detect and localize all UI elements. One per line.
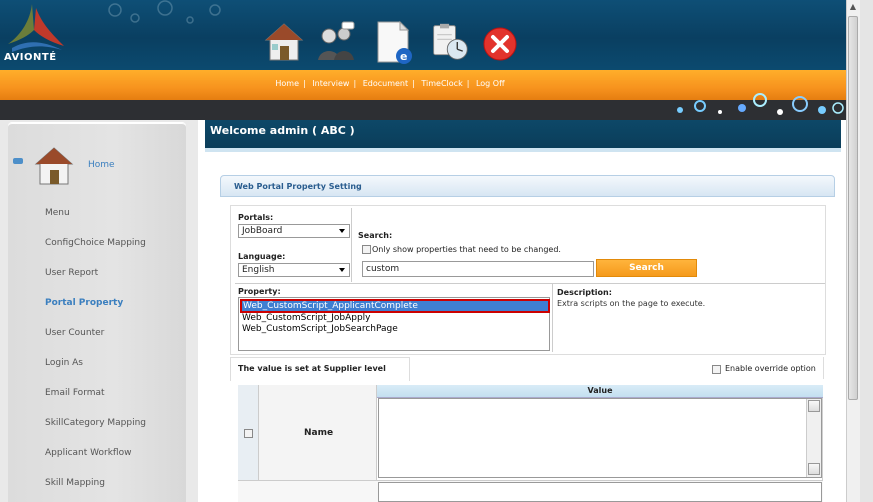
divider — [351, 208, 352, 282]
dropdown-arrow-icon — [339, 268, 345, 272]
sidebar-item-login-as[interactable]: Login As — [45, 358, 83, 368]
search-label: Search: — [358, 231, 393, 240]
language-select[interactable]: English — [238, 263, 350, 277]
level-text: The value is set at Supplier level — [230, 357, 410, 381]
sidebar-item-portal-property[interactable]: Portal Property — [45, 298, 123, 308]
sidebar-item-skillcategory-mapping[interactable]: SkillCategory Mapping — [45, 418, 146, 428]
grid-select-all-checkbox[interactable] — [244, 429, 253, 438]
grid-name-header: Name — [304, 428, 334, 438]
sparkle-decoration — [677, 93, 844, 115]
divider — [823, 357, 824, 379]
sidebar-item-applicant-workflow[interactable]: Applicant Workflow — [45, 448, 131, 458]
property-item[interactable]: Web_CustomScript_JobSearchPage — [242, 324, 398, 334]
browser-scroll-thumb[interactable] — [848, 16, 858, 400]
property-list[interactable]: Web_CustomScript_ApplicantComplete Web_C… — [238, 297, 550, 351]
logo-text: AVIONTÉ — [4, 52, 57, 63]
edocument-icon[interactable]: e — [374, 20, 414, 64]
enable-override-checkbox[interactable] — [712, 365, 721, 374]
portals-label: Portals: — [238, 213, 274, 222]
sidebar-item-user-counter[interactable]: User Counter — [45, 328, 104, 338]
language-select-value: English — [242, 265, 275, 275]
portals-select-value: JobBoard — [242, 226, 283, 236]
sidebar-item-skill-mapping[interactable]: Skill Mapping — [45, 478, 105, 488]
divider — [552, 284, 553, 352]
grid-value-header: Value — [377, 385, 823, 398]
value-textarea[interactable] — [378, 482, 822, 502]
nav-home-link[interactable]: Home — [275, 79, 299, 88]
sidebar-home[interactable]: Home — [8, 138, 186, 188]
sidebar-item-user-report[interactable]: User Report — [45, 268, 98, 278]
scroll-down-icon[interactable] — [808, 463, 820, 475]
window-edge — [860, 0, 873, 502]
browser-window: AVIONTÉ e Home| Interview| Edocument| — [0, 0, 873, 502]
arrow-right-icon — [13, 158, 23, 164]
property-label: Property: — [238, 287, 281, 296]
sidebar-item-configchoice-mapping[interactable]: ConfigChoice Mapping — [45, 238, 146, 248]
svg-text:e: e — [400, 50, 407, 63]
welcome-strip — [205, 148, 841, 152]
sidebar-home-label: Home — [88, 160, 115, 170]
sidebar-home-icon — [34, 147, 74, 185]
portals-select[interactable]: JobBoard — [238, 224, 350, 238]
value-scrollbar[interactable] — [806, 399, 821, 477]
nav-timeclock-link[interactable]: TimeClock — [421, 79, 462, 88]
panel-title: Web Portal Property Setting — [220, 175, 835, 197]
nav-interview-link[interactable]: Interview — [312, 79, 349, 88]
only-show-label: Only show properties that need to be cha… — [372, 245, 561, 254]
sidebar-item-email-format[interactable]: Email Format — [45, 388, 105, 398]
interview-icon[interactable] — [316, 20, 356, 64]
nav-logoff-link[interactable]: Log Off — [476, 79, 505, 88]
scroll-up-arrow-icon[interactable]: ▲ — [848, 2, 858, 14]
scroll-up-icon[interactable] — [808, 400, 820, 412]
dropdown-arrow-icon — [339, 229, 345, 233]
home-icon[interactable] — [264, 20, 304, 64]
divider — [235, 283, 825, 284]
only-show-checkbox[interactable] — [362, 245, 371, 254]
app-header — [0, 0, 846, 70]
language-label: Language: — [238, 252, 286, 261]
nav-edocument-link[interactable]: Edocument — [363, 79, 408, 88]
description-text: Extra scripts on the page to execute. — [557, 299, 706, 308]
property-item[interactable]: Web_CustomScript_JobApply — [242, 313, 371, 323]
search-input[interactable]: custom — [362, 261, 594, 277]
value-textarea[interactable] — [378, 398, 822, 478]
timeclock-icon[interactable] — [430, 20, 470, 64]
search-button[interactable]: Search — [596, 259, 697, 277]
property-item-selected[interactable]: Web_CustomScript_ApplicantComplete — [240, 299, 550, 313]
enable-override-label: Enable override option — [725, 364, 816, 373]
logoff-close-icon[interactable] — [482, 24, 522, 68]
description-label: Description: — [557, 288, 612, 297]
sidebar-item-menu[interactable]: Menu — [45, 208, 70, 218]
